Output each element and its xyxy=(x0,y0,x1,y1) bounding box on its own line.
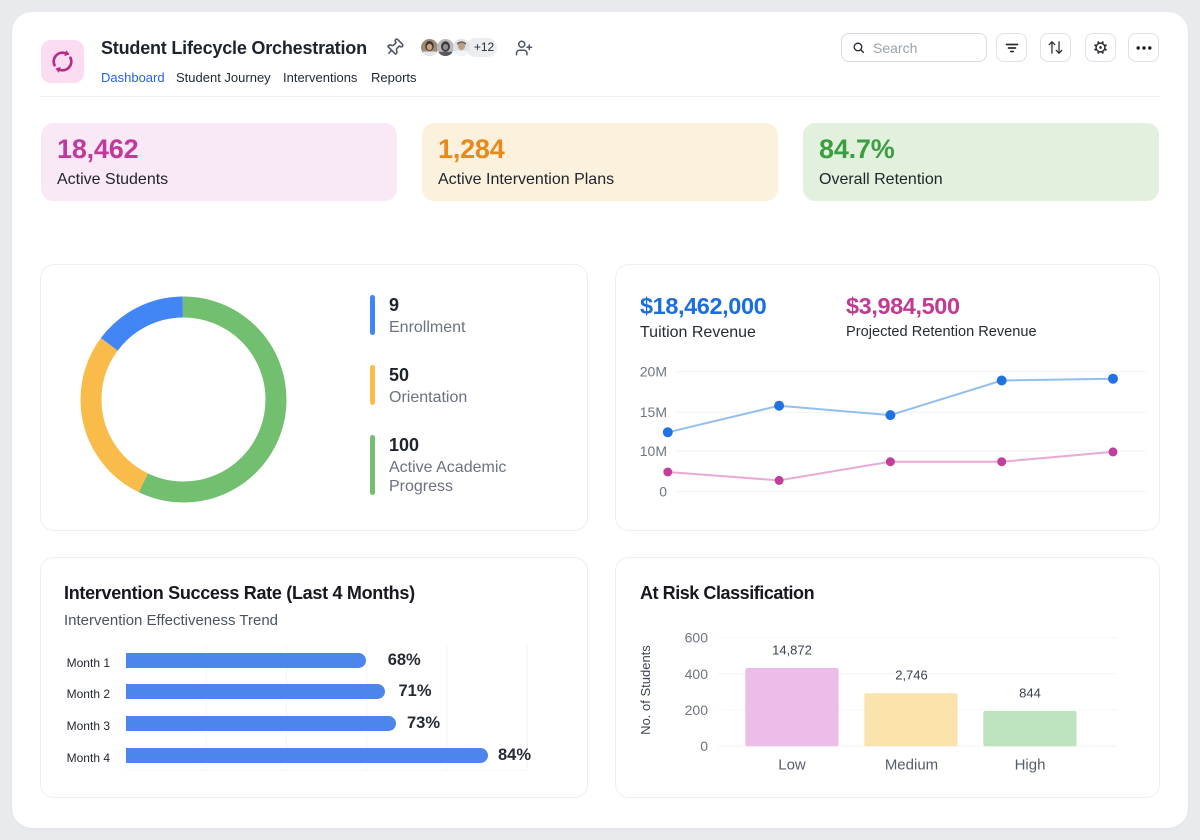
svg-text:14,872: 14,872 xyxy=(772,642,812,657)
svg-text:High: High xyxy=(1015,757,1046,774)
svg-text:Medium: Medium xyxy=(885,757,938,774)
svg-text:No. of Students: No. of Students xyxy=(638,645,653,735)
svg-text:20M: 20M xyxy=(640,364,667,380)
svg-text:0: 0 xyxy=(659,484,667,500)
svg-text:844: 844 xyxy=(1019,686,1041,701)
svg-text:200: 200 xyxy=(685,702,709,718)
svg-text:Low: Low xyxy=(778,757,806,774)
svg-text:0: 0 xyxy=(700,738,708,754)
svg-text:10M: 10M xyxy=(640,443,667,459)
svg-text:2,746: 2,746 xyxy=(895,668,928,683)
svg-text:600: 600 xyxy=(685,630,709,646)
svg-text:400: 400 xyxy=(685,666,709,682)
svg-text:15M: 15M xyxy=(640,404,667,420)
